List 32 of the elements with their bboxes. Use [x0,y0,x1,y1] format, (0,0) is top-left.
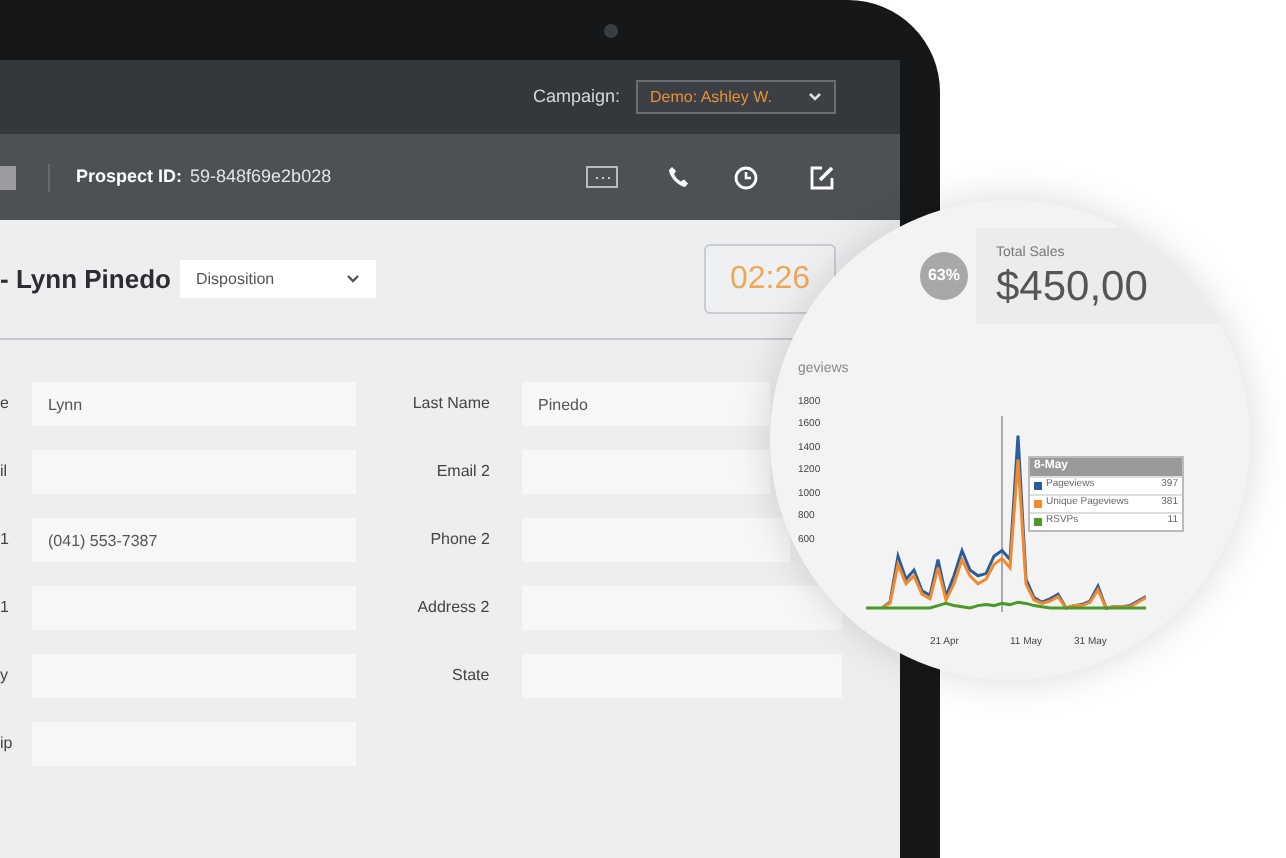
disposition-select[interactable]: Disposition [180,260,376,298]
input-field[interactable]: Pinedo [522,382,770,426]
keyboard-icon[interactable] [586,166,618,188]
edit-icon[interactable] [810,165,834,189]
field-label: e [0,392,11,416]
record-title: - Lynn Pinedo [0,261,173,298]
field-label: il [0,460,10,484]
input-field[interactable]: Lynn [32,382,356,426]
field-label: Last Name [410,392,490,416]
field-label: 1 [0,596,11,620]
field-label: Phone 2 [428,528,490,552]
field-label: State [450,664,490,688]
field-label: 1 [0,528,11,552]
chevron-down-icon [808,92,822,102]
input-field[interactable] [521,586,842,630]
field-label: ip [0,732,15,756]
field-label: Email 2 [434,460,490,484]
toolbar-button[interactable] [0,165,16,189]
campaign-label: Campaign: [532,83,620,110]
phone-icon[interactable] [668,166,688,188]
input-field[interactable]: (041) 553-7387 [32,518,356,562]
campaign-select[interactable]: Demo: Ashley W. [636,80,836,114]
input-field[interactable] [522,450,770,494]
field-label: Address 2 [415,596,490,620]
input-field[interactable] [522,518,790,562]
stat-value: $450,00 [996,265,1150,308]
prospect-id-value: 59-848f69e2b028 [190,163,332,190]
field-label: y [0,664,10,688]
chevron-down-icon [346,274,360,284]
prospect-id-label: Prospect ID: [76,163,183,190]
clock-icon[interactable] [734,165,758,189]
percent-badge: 63% [920,252,968,300]
